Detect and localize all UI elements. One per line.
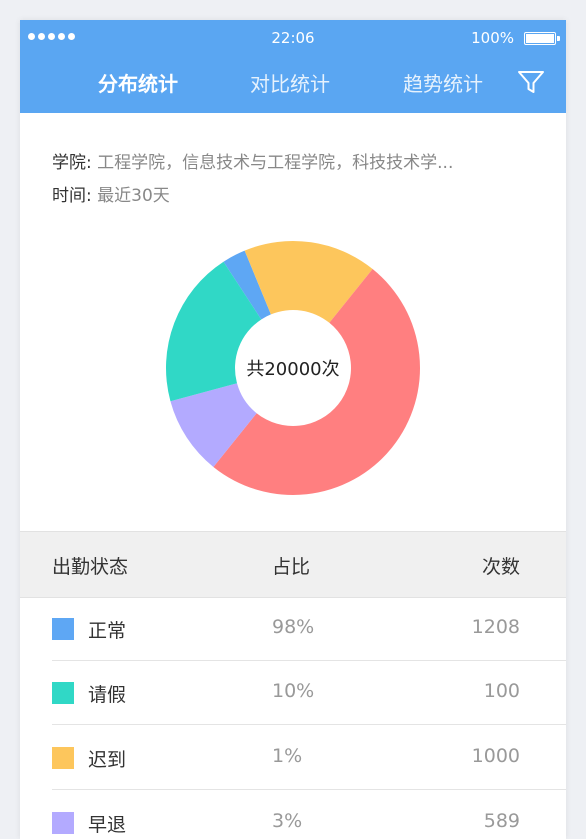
table-row[interactable]: 早退 3% 589 (20, 791, 566, 839)
row-divider (52, 724, 566, 725)
tab-trend[interactable]: 趋势统计 (403, 68, 483, 97)
row-count: 1208 (471, 616, 520, 638)
status-bar: 22:06 100% (20, 20, 566, 56)
table-row[interactable]: 请假 10% 100 (20, 661, 566, 725)
table-header: 出勤状态 占比 次数 (20, 531, 566, 598)
header-count: 次数 (481, 556, 520, 578)
row-status: 请假 (88, 684, 127, 706)
header-status: 出勤状态 (52, 556, 129, 578)
row-status: 迟到 (88, 749, 127, 771)
battery-icon (524, 32, 556, 45)
legend-swatch (52, 682, 74, 704)
row-count: 100 (483, 680, 520, 702)
phone-screen: 22:06 100% 分布统计 对比统计 趋势统计 学院: 工程学院，信息技术与… (20, 20, 566, 839)
row-divider (52, 789, 566, 790)
time-filter: 时间: 最近30天 (52, 181, 170, 206)
battery-cap (557, 36, 560, 41)
college-value: 工程学院，信息技术与工程学院，科技技术学... (97, 153, 454, 173)
row-status: 早退 (88, 814, 127, 836)
row-percent: 3% (272, 810, 303, 832)
battery-percent: 100% (471, 29, 514, 47)
time-value: 最近30天 (97, 186, 170, 206)
donut-chart (166, 241, 420, 495)
table-row[interactable]: 正常 98% 1208 (20, 597, 566, 661)
table-row[interactable]: 迟到 1% 1000 (20, 726, 566, 790)
tab-comparison[interactable]: 对比统计 (250, 68, 330, 97)
college-filter: 学院: 工程学院，信息技术与工程学院，科技技术学... (52, 148, 453, 173)
tab-distribution[interactable]: 分布统计 (98, 68, 178, 97)
legend-swatch (52, 812, 74, 834)
row-percent: 1% (272, 745, 303, 767)
row-count: 589 (483, 810, 520, 832)
header-bar: 22:06 100% 分布统计 对比统计 趋势统计 (20, 20, 566, 113)
college-label: 学院: (52, 153, 92, 173)
header-percent: 占比 (272, 556, 311, 578)
row-percent: 10% (272, 680, 315, 702)
row-status: 正常 (88, 620, 127, 642)
legend-swatch (52, 618, 74, 640)
legend-swatch (52, 747, 74, 769)
row-count: 1000 (471, 745, 520, 767)
filter-icon[interactable] (517, 68, 545, 96)
time-label: 时间: (52, 186, 92, 206)
row-percent: 98% (272, 616, 315, 638)
